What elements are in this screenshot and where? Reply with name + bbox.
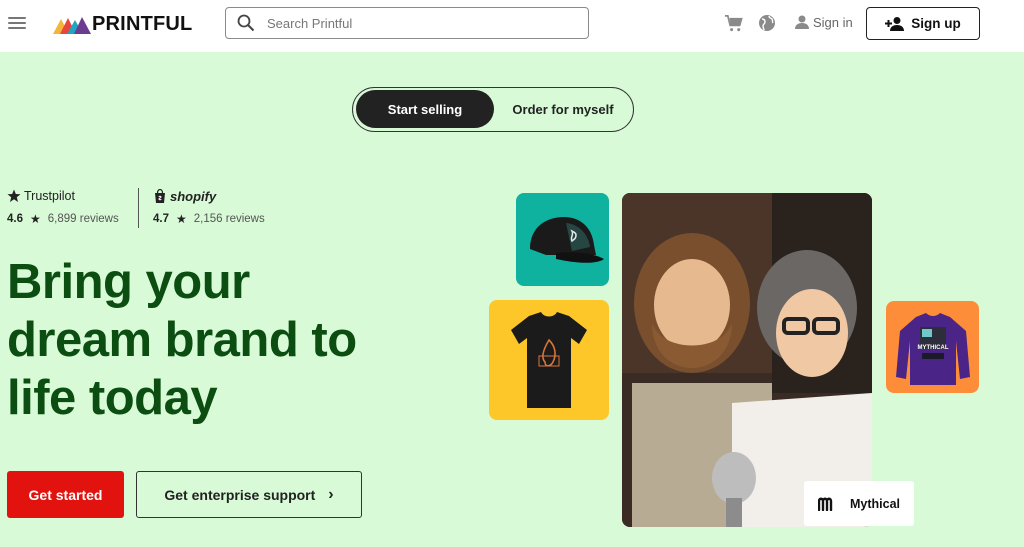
headline-line: Bring your [7, 255, 250, 309]
tshirt-product-image [489, 300, 609, 420]
signup-button[interactable]: Sign up [866, 7, 980, 40]
mythical-logo-icon [818, 497, 833, 511]
search-bar[interactable] [225, 7, 589, 39]
enterprise-support-label: Get enterprise support [164, 486, 316, 503]
star-icon: ★ [30, 212, 41, 226]
chevron-right-icon: › [328, 485, 334, 503]
enterprise-support-button[interactable]: Get enterprise support › [136, 471, 362, 518]
printful-logo[interactable]: PRINTFUL [53, 12, 192, 36]
mode-toggle: Start selling Order for myself [352, 87, 634, 132]
get-started-button[interactable]: Get started [7, 471, 124, 518]
shopify-stat: 4.7 ★ 2,156 reviews [153, 212, 265, 226]
search-input[interactable] [267, 15, 567, 31]
sweatshirt-product-image: MYTHICAL [886, 301, 979, 393]
globe-icon[interactable] [758, 14, 776, 32]
sweatshirt-print-text: MYTHICAL [918, 345, 949, 351]
headline-line: dream brand to [7, 313, 357, 367]
shopify-rating[interactable]: shopify 4.7 ★ 2,156 reviews [153, 186, 265, 227]
shopify-label: shopify [170, 188, 217, 204]
headline-line: life today [7, 371, 218, 425]
trustpilot-score: 4.6 [7, 213, 23, 225]
trustpilot-star-icon [7, 189, 21, 202]
trustpilot-reviews: 6,899 reviews [47, 213, 119, 225]
shopify-bag-icon [155, 189, 165, 203]
signin-label: Sign in [813, 14, 853, 30]
sweatshirt-icon: MYTHICAL [896, 313, 970, 385]
trustpilot-label: Trustpilot [24, 189, 75, 203]
hat-product-image [516, 193, 609, 286]
user-icon [795, 15, 809, 29]
printful-mountain-icon [53, 17, 91, 34]
signin-link[interactable]: Sign in [794, 14, 853, 30]
signup-label: Sign up [911, 16, 961, 31]
tab-start-selling[interactable]: Start selling [356, 90, 494, 128]
trustpilot-rating[interactable]: Trustpilot 4.6 ★ 6,899 reviews [7, 186, 119, 226]
search-icon [237, 14, 255, 32]
hero-headline: Bring your dream brand to life today [7, 253, 407, 427]
logo-text: PRINTFUL [92, 12, 193, 35]
ratings-block: Trustpilot 4.6 ★ 6,899 reviews shopify 4… [7, 186, 297, 230]
menu-icon[interactable] [8, 14, 26, 30]
cart-icon[interactable] [724, 14, 743, 33]
trucker-hat-icon [530, 217, 604, 263]
featured-creators-photo [622, 193, 872, 527]
shopify-score: 4.7 [153, 213, 169, 225]
trustpilot-stat: 4.6 ★ 6,899 reviews [7, 212, 119, 226]
trustpilot-brand: Trustpilot [7, 186, 119, 206]
tshirt-icon [511, 312, 587, 408]
brand-name: Mythical [850, 496, 901, 511]
shopify-brand: shopify [153, 186, 265, 206]
tab-order-for-myself[interactable]: Order for myself [496, 90, 630, 128]
creators-illustration [622, 193, 872, 527]
shopify-reviews: 2,156 reviews [193, 213, 265, 225]
star-icon: ★ [176, 212, 187, 226]
add-user-icon [885, 16, 905, 31]
brand-badge: Mythical [804, 481, 914, 526]
site-header: PRINTFUL Sign in Sign up [0, 0, 1024, 52]
ratings-divider [138, 188, 139, 228]
